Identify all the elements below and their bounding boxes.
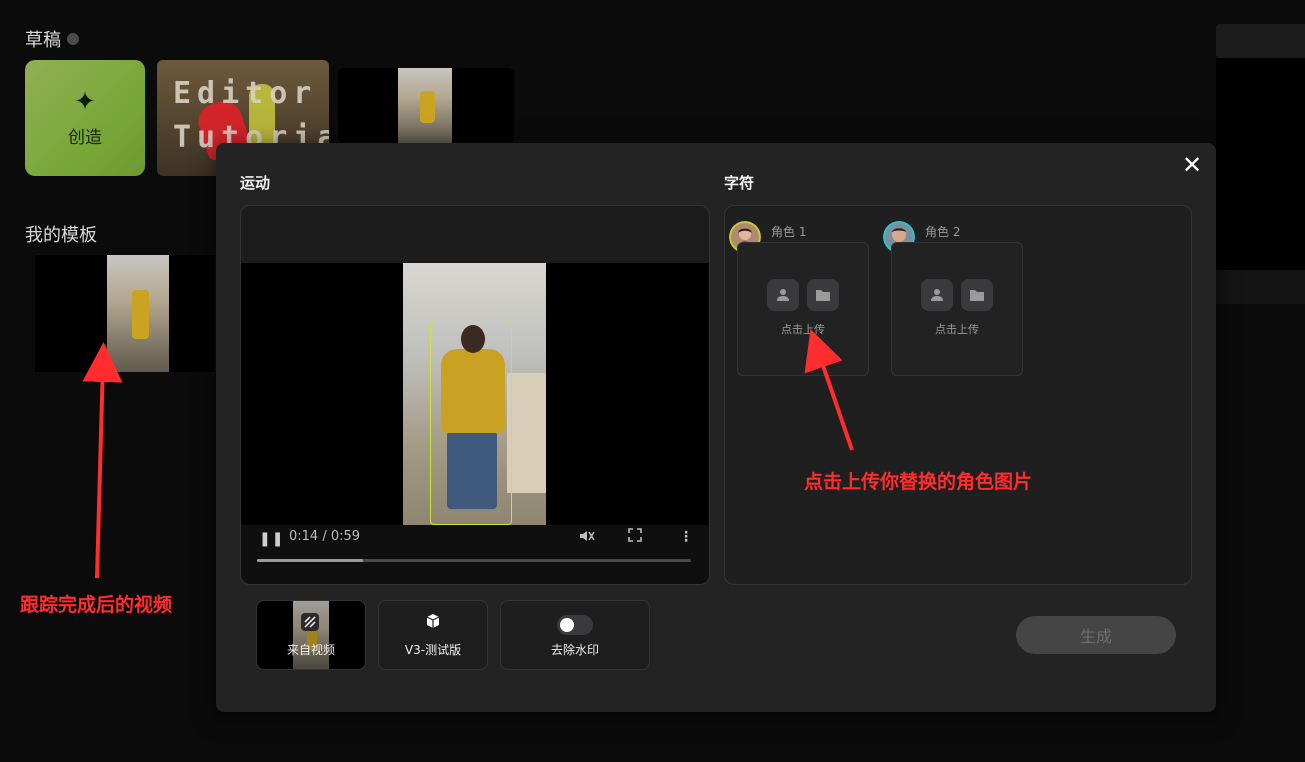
arrow-right	[804, 329, 854, 451]
annotation-right: 点击上传你替换的角色图片	[804, 471, 1033, 493]
arrow-left	[82, 342, 123, 579]
annotation-arrows	[82, 329, 854, 579]
annotation-left: 跟踪完成后的视频	[20, 594, 173, 616]
